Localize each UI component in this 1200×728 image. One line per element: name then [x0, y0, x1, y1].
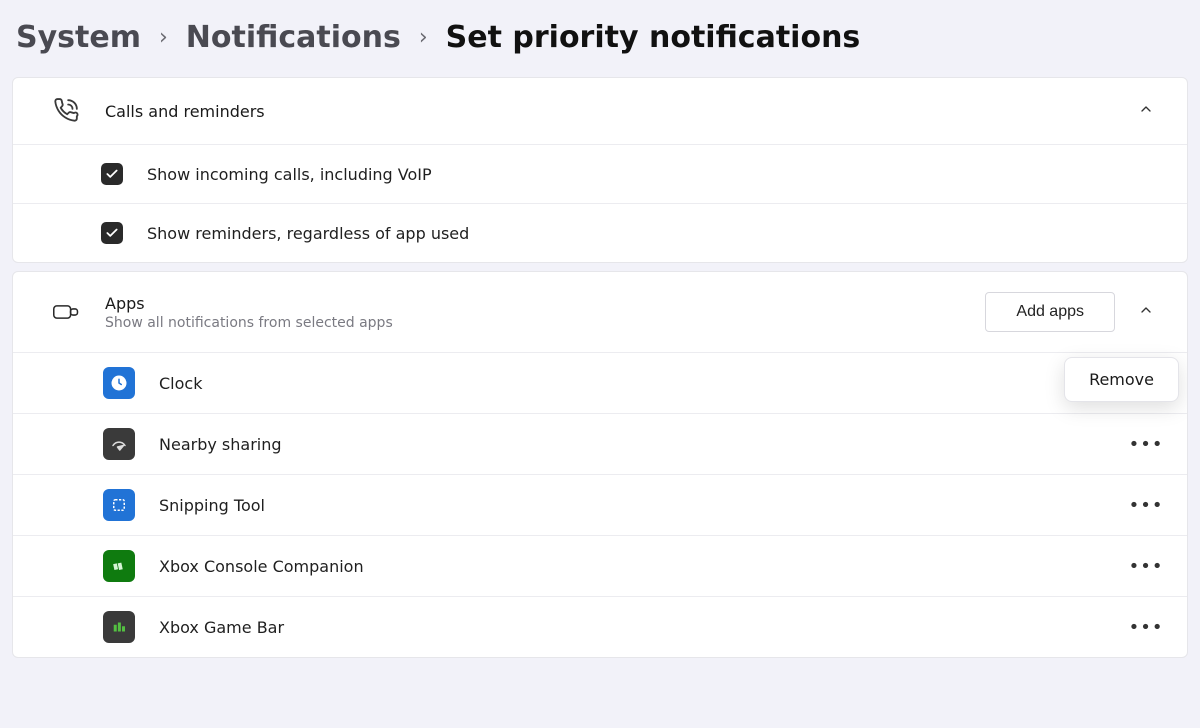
chevron-right-icon: › [157, 25, 170, 50]
clock-app-icon [103, 367, 135, 399]
breadcrumb-notifications[interactable]: Notifications [186, 20, 401, 55]
more-icon[interactable]: ••• [1129, 551, 1163, 581]
app-row-xbox-console-companion[interactable]: Xbox Console Companion ••• [13, 535, 1187, 596]
app-name-label: Xbox Console Companion [159, 557, 1105, 576]
app-row-xbox-game-bar[interactable]: Xbox Game Bar ••• [13, 596, 1187, 657]
apps-title: Apps [105, 294, 959, 313]
chevron-right-icon: › [417, 25, 430, 50]
apps-subtitle: Show all notifications from selected app… [105, 315, 959, 331]
app-row-clock[interactable]: Clock ••• Remove [13, 352, 1187, 413]
more-icon[interactable]: ••• [1129, 490, 1163, 520]
app-row-nearby-sharing[interactable]: Nearby sharing ••• [13, 413, 1187, 474]
breadcrumb: System › Notifications › Set priority no… [12, 8, 1188, 77]
app-row-snipping-tool[interactable]: Snipping Tool ••• [13, 474, 1187, 535]
nearby-sharing-app-icon [103, 428, 135, 460]
app-name-label: Snipping Tool [159, 496, 1105, 515]
apps-header[interactable]: Apps Show all notifications from selecte… [13, 272, 1187, 352]
phone-icon [53, 98, 79, 124]
option-reminders[interactable]: Show reminders, regardless of app used [13, 203, 1187, 262]
app-name-label: Xbox Game Bar [159, 618, 1105, 637]
remove-flyout[interactable]: Remove [1064, 357, 1179, 402]
apps-icon [53, 301, 79, 323]
calls-reminders-title: Calls and reminders [105, 102, 1103, 121]
app-name-label: Clock [159, 374, 1105, 393]
chevron-up-icon[interactable] [1129, 101, 1163, 121]
option-incoming-calls[interactable]: Show incoming calls, including VoIP [13, 144, 1187, 203]
more-icon[interactable]: ••• [1129, 429, 1163, 459]
xbox-console-app-icon [103, 550, 135, 582]
snipping-tool-app-icon [103, 489, 135, 521]
page-title: Set priority notifications [446, 20, 861, 55]
apps-card: Apps Show all notifications from selecte… [12, 271, 1188, 658]
add-apps-button[interactable]: Add apps [985, 292, 1115, 332]
xbox-game-bar-app-icon [103, 611, 135, 643]
calls-reminders-header[interactable]: Calls and reminders [13, 78, 1187, 144]
checkbox-checked-icon [101, 163, 123, 185]
chevron-up-icon[interactable] [1129, 302, 1163, 322]
more-icon[interactable]: ••• [1129, 612, 1163, 642]
option-incoming-calls-label: Show incoming calls, including VoIP [147, 165, 1163, 184]
option-reminders-label: Show reminders, regardless of app used [147, 224, 1163, 243]
app-name-label: Nearby sharing [159, 435, 1105, 454]
calls-reminders-card: Calls and reminders Show incoming calls,… [12, 77, 1188, 263]
checkbox-checked-icon [101, 222, 123, 244]
breadcrumb-system[interactable]: System [16, 20, 141, 55]
